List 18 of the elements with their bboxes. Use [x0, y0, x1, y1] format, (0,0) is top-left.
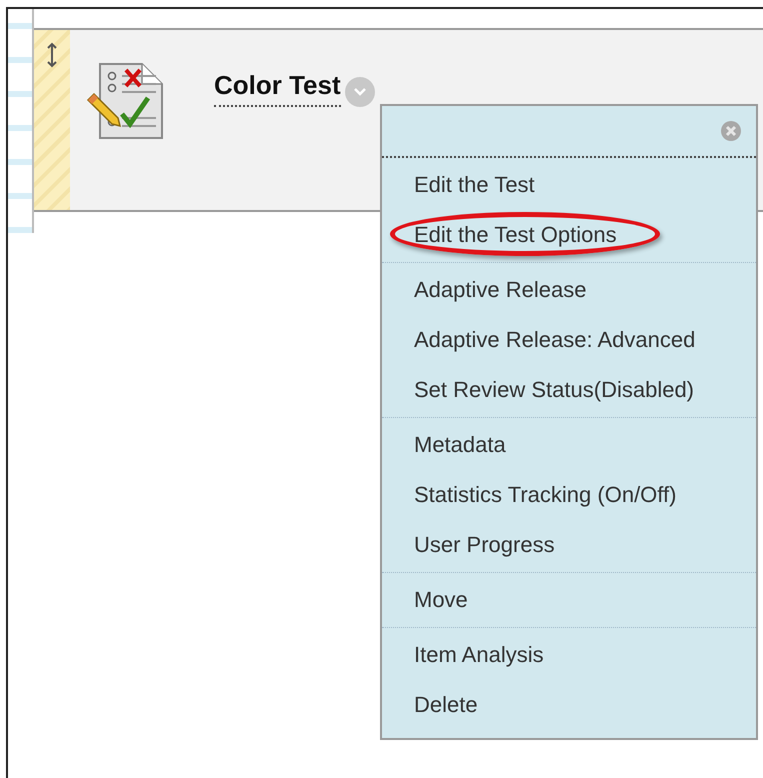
options-chevron-button[interactable] — [344, 76, 375, 106]
item-title-link[interactable]: Color Test — [214, 70, 341, 107]
menu-item[interactable]: Edit the Test — [382, 160, 756, 210]
drag-handle[interactable] — [34, 30, 70, 210]
menu-item[interactable]: Delete — [382, 680, 756, 730]
close-icon[interactable] — [720, 120, 742, 142]
menu-item[interactable]: Statistics Tracking (On/Off) — [382, 470, 756, 520]
chevron-down-icon — [352, 86, 367, 96]
menu-item[interactable]: Move — [382, 575, 756, 625]
test-document-icon — [84, 60, 166, 142]
menu-item[interactable]: Metadata — [382, 420, 756, 470]
menu-item[interactable]: Adaptive Release: Advanced — [382, 315, 756, 365]
menu-item[interactable]: Adaptive Release — [382, 265, 756, 315]
menu-item[interactable]: Edit the Test Options — [382, 210, 756, 260]
menu-item[interactable]: User Progress — [382, 520, 756, 570]
menu-item[interactable]: Set Review Status(Disabled) — [382, 365, 756, 415]
menu-item[interactable]: Item Analysis — [382, 630, 756, 680]
up-down-arrow-icon — [46, 42, 58, 68]
